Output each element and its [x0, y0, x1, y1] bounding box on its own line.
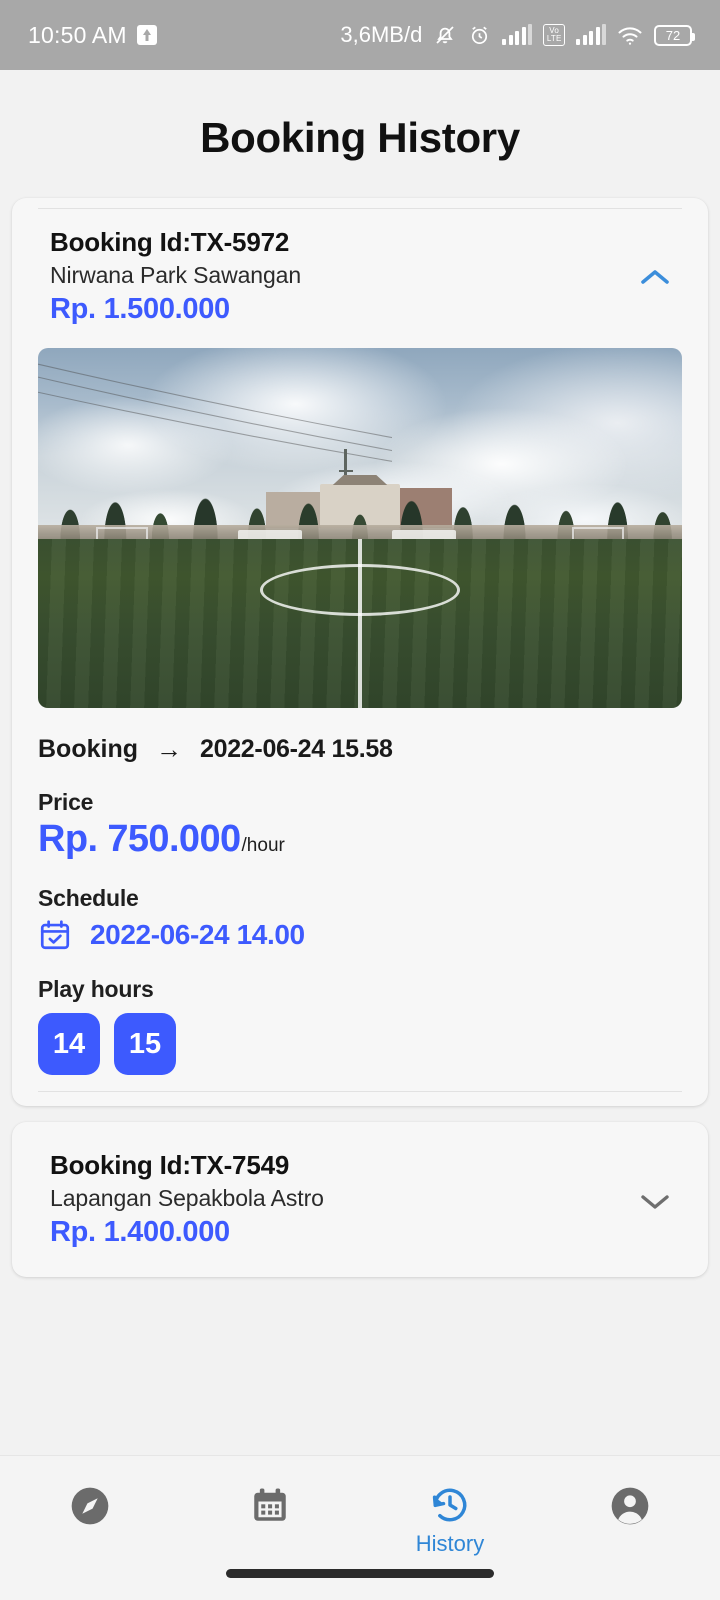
status-bar: 10:50 AM 3,6MB/d Vo [0, 0, 720, 70]
price-unit: /hour [242, 835, 285, 857]
booking-total-price: Rp. 1.400.000 [50, 1216, 632, 1249]
schedule-datetime-value: 2022-06-24 14.00 [90, 919, 305, 951]
booking-venue: Lapangan Sepakbola Astro [50, 1185, 632, 1212]
chevron-up-icon[interactable] [632, 255, 678, 301]
wifi-icon [617, 25, 643, 46]
soccer-field-photo [38, 348, 682, 708]
booking-card-header[interactable]: Booking Id:TX-5972 Nirwana Park Sawangan… [12, 209, 708, 330]
play-hours-list: 14 15 [38, 1013, 682, 1081]
booking-total-price: Rp. 1.500.000 [50, 293, 632, 326]
nav-item-explore[interactable] [0, 1484, 180, 1533]
volte-bottom: LTE [547, 34, 562, 43]
booking-details: Booking → 2022-06-24 15.58 Price Rp. 750… [12, 708, 708, 1081]
volte-badge-icon: Vo LTE [543, 24, 565, 46]
nav-item-calendar[interactable] [180, 1484, 360, 1531]
status-bar-clock: 10:50 AM [28, 22, 127, 49]
play-hour-chip[interactable]: 15 [114, 1013, 176, 1075]
booking-card-header[interactable]: Booking Id:TX-7549 Lapangan Sepakbola As… [12, 1122, 708, 1277]
signal-bars-icon-2 [576, 25, 606, 45]
booking-card-header-text: Booking Id:TX-7549 Lapangan Sepakbola As… [50, 1150, 632, 1249]
play-hours-label: Play hours [38, 976, 682, 1003]
booking-id: Booking Id:TX-7549 [50, 1150, 632, 1181]
calendar-check-icon [38, 918, 72, 952]
booking-card-expanded[interactable]: Booking Id:TX-5972 Nirwana Park Sawangan… [12, 198, 708, 1106]
status-bar-right: 3,6MB/d Vo LTE [340, 22, 692, 48]
history-clock-icon [429, 1484, 471, 1526]
arrow-right-icon: → [156, 734, 182, 765]
photo-center-circle [260, 564, 460, 616]
calendar-icon [249, 1484, 291, 1526]
nav-item-account[interactable] [540, 1484, 720, 1533]
nav-item-history[interactable]: History [360, 1484, 540, 1557]
battery-icon: 72 [654, 25, 692, 46]
upload-icon [137, 25, 157, 45]
price-value-row: Rp. 750.000 /hour [38, 818, 682, 861]
bottom-navigation-bar: History [0, 1455, 720, 1600]
nav-label-history: History [416, 1531, 484, 1557]
price-value: Rp. 750.000 [38, 818, 241, 861]
battery-level-label: 72 [666, 28, 680, 43]
price-label: Price [38, 789, 682, 816]
schedule-label: Schedule [38, 885, 682, 912]
schedule-value-row: 2022-06-24 14.00 [38, 918, 682, 952]
page-title: Booking History [0, 70, 720, 198]
signal-bars-icon-1 [502, 25, 532, 45]
booking-venue: Nirwana Park Sawangan [50, 262, 632, 289]
play-hour-chip[interactable]: 14 [38, 1013, 100, 1075]
booking-row-label: Booking [38, 735, 138, 764]
booking-id: Booking Id:TX-5972 [50, 227, 632, 258]
account-circle-icon [608, 1484, 652, 1528]
booking-card-collapsed[interactable]: Booking Id:TX-7549 Lapangan Sepakbola As… [12, 1122, 708, 1277]
alarm-clock-icon [468, 24, 491, 47]
bell-muted-icon [433, 23, 457, 47]
booking-datetime-value: 2022-06-24 15.58 [200, 735, 393, 764]
data-rate-label: 3,6MB/d [340, 22, 422, 48]
explore-compass-icon [68, 1484, 112, 1528]
home-indicator[interactable] [226, 1569, 494, 1578]
booking-datetime-row: Booking → 2022-06-24 15.58 [38, 734, 682, 765]
status-bar-left: 10:50 AM [28, 22, 157, 49]
booking-card-header-text: Booking Id:TX-5972 Nirwana Park Sawangan… [50, 227, 632, 326]
app-screen: 10:50 AM 3,6MB/d Vo [0, 0, 720, 1600]
chevron-down-icon[interactable] [632, 1178, 678, 1224]
